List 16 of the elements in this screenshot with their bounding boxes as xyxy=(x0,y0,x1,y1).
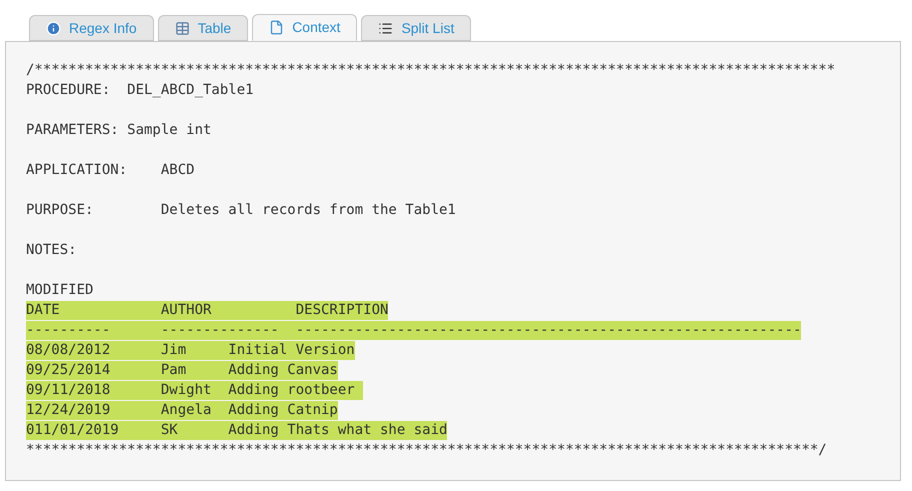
tab[interactable]: Context xyxy=(252,14,358,41)
code-line: /*********************************************************************************************** xyxy=(26,61,836,80)
code-line: MODIFIED xyxy=(26,281,94,300)
table-icon xyxy=(174,20,190,36)
info-icon xyxy=(46,20,61,36)
code-line: APPLICATION: ABCD xyxy=(26,161,195,180)
tab[interactable]: Regex Info xyxy=(29,15,154,41)
code-line: PURPOSE: Deletes all records from the Table1 xyxy=(26,201,456,220)
code-line: **********************************************************************************************/ xyxy=(26,441,827,460)
list-icon xyxy=(378,20,394,36)
document-icon xyxy=(269,20,284,35)
code-line: PARAMETERS: Sample int xyxy=(26,121,212,140)
tab[interactable]: Table xyxy=(158,15,248,41)
code-line: NOTES: xyxy=(26,241,77,260)
code-line: PROCEDURE: DEL_ABCD_Table1 xyxy=(26,81,254,100)
tab[interactable]: Split List xyxy=(361,15,472,41)
